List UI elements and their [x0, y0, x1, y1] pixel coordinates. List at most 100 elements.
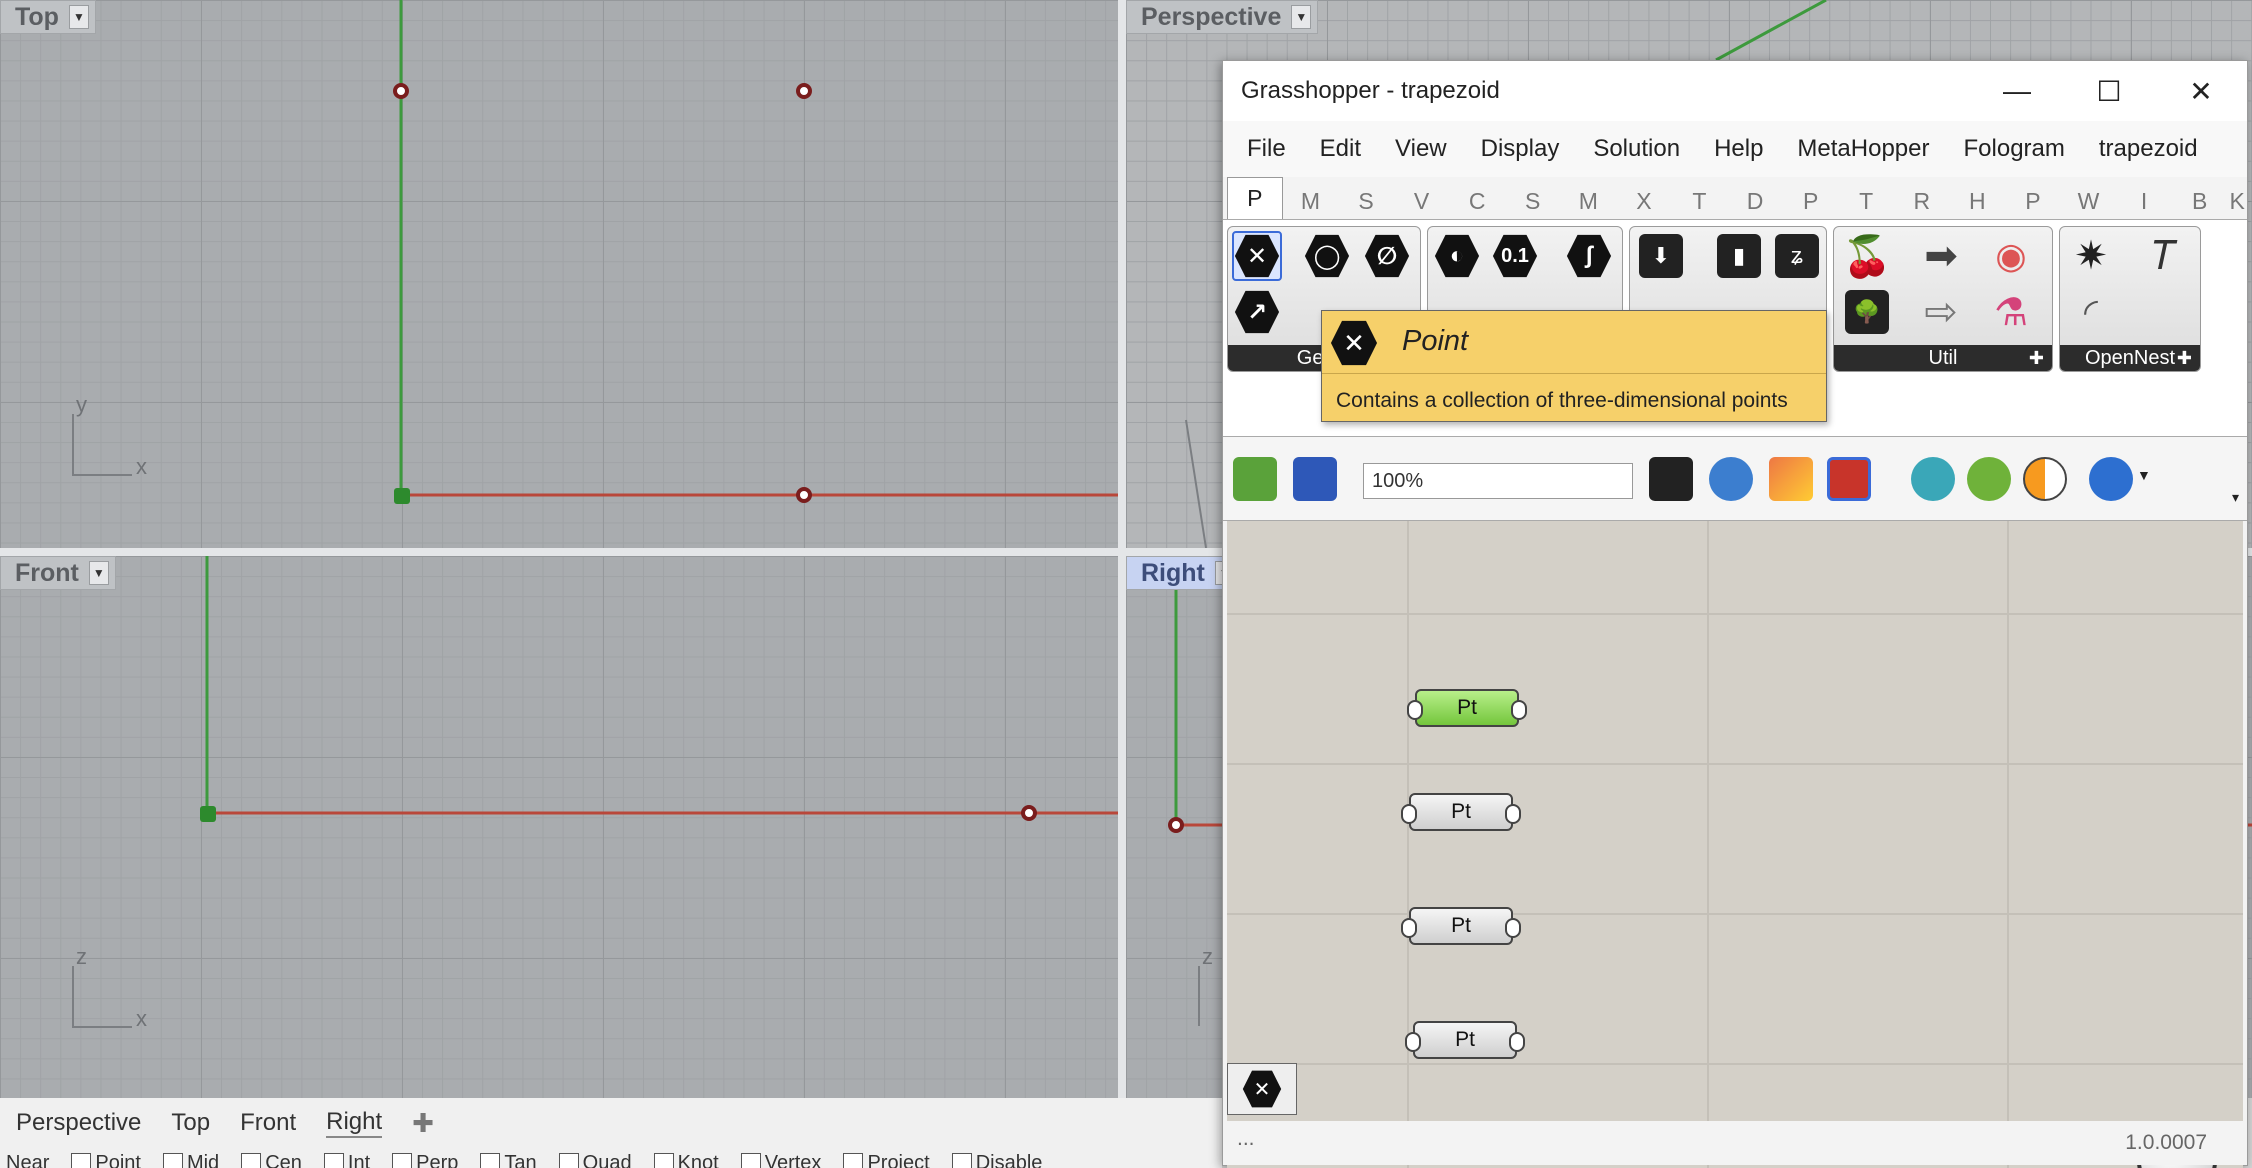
viewport-title-perspective[interactable]: Perspective ▼ [1126, 0, 1319, 34]
tab-params[interactable]: P [1227, 177, 1283, 219]
render-sphere-icon[interactable] [2089, 457, 2133, 501]
tab-intersect[interactable]: X [1616, 183, 1672, 219]
tab-transform[interactable]: T [1672, 183, 1728, 219]
grasshopper-canvas[interactable]: Pt Pt Pt Pt [1227, 521, 2243, 1168]
preview-eye-icon[interactable] [1709, 457, 1753, 501]
number-param-icon[interactable]: 0.1 [1490, 231, 1540, 281]
checkbox[interactable] [162, 1153, 183, 1168]
control-point[interactable] [393, 83, 409, 99]
menu-fologram[interactable]: Fologram [1964, 135, 2065, 163]
tab-sets[interactable]: S [1338, 183, 1394, 219]
checkbox[interactable] [843, 1153, 864, 1168]
checkbox[interactable] [653, 1153, 674, 1168]
osnap-project[interactable]: Project [843, 1150, 930, 1168]
tab-top[interactable]: Top [171, 1109, 210, 1137]
circle-param-icon[interactable]: ◯ [1302, 231, 1352, 281]
menu-view[interactable]: View [1395, 135, 1447, 163]
osnap-point[interactable]: Point [71, 1150, 141, 1168]
chevron-down-icon[interactable]: ▼ [88, 561, 109, 585]
menu-display[interactable]: Display [1481, 135, 1560, 163]
tab-i[interactable]: I [2116, 183, 2172, 219]
checkbox[interactable] [71, 1153, 92, 1168]
expand-icon[interactable]: ✚ [2029, 345, 2044, 371]
point-component[interactable]: Pt [1407, 689, 1527, 727]
chevron-down-icon[interactable]: ▼ [1291, 5, 1312, 29]
viewport-title-top[interactable]: Top ▼ [0, 0, 96, 34]
tab-t2[interactable]: T [1838, 183, 1894, 219]
osnap-mid[interactable]: Mid [162, 1150, 219, 1168]
text-tool-icon[interactable]: 𝑇 [2140, 231, 2190, 281]
menu-solution[interactable]: Solution [1593, 135, 1680, 163]
point-component[interactable]: Pt [1401, 793, 1521, 831]
flask-icon[interactable]: ⚗ [1986, 287, 2036, 337]
preview-shaded-icon[interactable] [1827, 457, 1871, 501]
osnap-quad[interactable]: Quad [558, 1150, 632, 1168]
tab-w[interactable]: W [2061, 183, 2117, 219]
origin-point[interactable] [394, 488, 410, 504]
open-file-icon[interactable] [1233, 457, 1277, 501]
control-point[interactable] [1168, 817, 1184, 833]
overflow-chevron-icon[interactable]: ▾ [2232, 489, 2239, 506]
maximize-button[interactable]: ☐ [2063, 61, 2155, 121]
expand-icon[interactable]: ✚ [2177, 345, 2192, 371]
control-point[interactable] [796, 83, 812, 99]
close-button[interactable]: ✕ [2155, 61, 2247, 121]
front-viewport[interactable]: z x Front ▼ [0, 556, 1118, 1098]
zoom-extents-icon[interactable] [1649, 457, 1693, 501]
data-param-icon[interactable]: ʃ [1564, 231, 1614, 281]
checkbox[interactable] [323, 1153, 344, 1168]
control-point[interactable] [796, 487, 812, 503]
signal-icon[interactable]: ◜ [2066, 287, 2116, 337]
menu-trapezoid[interactable]: trapezoid [2099, 135, 2198, 163]
point-component[interactable]: Pt [1405, 1021, 1525, 1059]
tab-k[interactable]: K [2227, 183, 2247, 219]
tab-maths[interactable]: M [1283, 183, 1339, 219]
tab-right[interactable]: Right [326, 1108, 383, 1138]
checkbox[interactable] [558, 1153, 579, 1168]
tab-surface[interactable]: S [1505, 183, 1561, 219]
tab-display[interactable]: D [1727, 183, 1783, 219]
toggle-icon[interactable]: ▮ [1714, 231, 1764, 281]
tab-b[interactable]: B [2172, 183, 2228, 219]
osnap-perp[interactable]: Perp [392, 1150, 458, 1168]
checkbox[interactable] [951, 1153, 972, 1168]
ribbon-group-label[interactable]: Util ✚ [1834, 345, 2052, 371]
mesh-settings-icon[interactable] [1911, 457, 1955, 501]
control-point[interactable] [1021, 805, 1037, 821]
slider-icon[interactable]: ʑ [1772, 231, 1822, 281]
tab-mesh[interactable]: M [1561, 183, 1617, 219]
checkbox[interactable] [392, 1153, 413, 1168]
nest-icon[interactable]: ✷ [2066, 231, 2116, 281]
checkbox[interactable] [740, 1153, 761, 1168]
selected-preview-icon[interactable] [1967, 457, 2011, 501]
ribbon-group-label[interactable]: OpenNest ✚ [2060, 345, 2200, 371]
point-badge-icon[interactable]: ✕ [1227, 1063, 1297, 1115]
zoom-dropdown[interactable]: 100% [1363, 463, 1633, 499]
point-param-icon[interactable]: ✕ [1232, 231, 1282, 281]
osnap-cen[interactable]: Cen [241, 1150, 302, 1168]
minimize-button[interactable]: — [1971, 61, 2063, 121]
osnap-disable[interactable]: Disable [951, 1150, 1042, 1168]
arrow-outline-icon[interactable]: ⇨ [1916, 287, 1966, 337]
cherry-icon[interactable]: 🍒 [1842, 231, 1892, 281]
import-icon[interactable]: ⬇ [1636, 231, 1686, 281]
boolean-param-icon[interactable]: ◐ [1432, 231, 1482, 281]
chevron-down-icon[interactable]: ▼ [68, 5, 89, 29]
top-viewport[interactable]: y x Top ▼ [0, 0, 1118, 548]
vector-param-icon[interactable]: ↗ [1232, 287, 1282, 337]
checkbox[interactable] [480, 1153, 501, 1168]
osnap-int[interactable]: Int [323, 1150, 370, 1168]
tab-r[interactable]: R [1894, 183, 1950, 219]
arrow-right-icon[interactable]: ➡ [1916, 231, 1966, 281]
tab-front[interactable]: Front [240, 1109, 296, 1137]
osnap-knot[interactable]: Knot [653, 1150, 719, 1168]
viewport-title-front[interactable]: Front ▼ [0, 556, 116, 590]
tab-h[interactable]: H [1950, 183, 2006, 219]
chevron-down-icon[interactable]: ▼ [2137, 467, 2151, 483]
tree-icon[interactable]: 🌳 [1842, 287, 1892, 337]
material-icon[interactable] [2023, 457, 2067, 501]
tab-perspective[interactable]: Perspective [16, 1109, 141, 1137]
menu-help[interactable]: Help [1714, 135, 1763, 163]
tab-curve[interactable]: C [1449, 183, 1505, 219]
plus-icon[interactable]: ✚ [412, 1108, 434, 1139]
